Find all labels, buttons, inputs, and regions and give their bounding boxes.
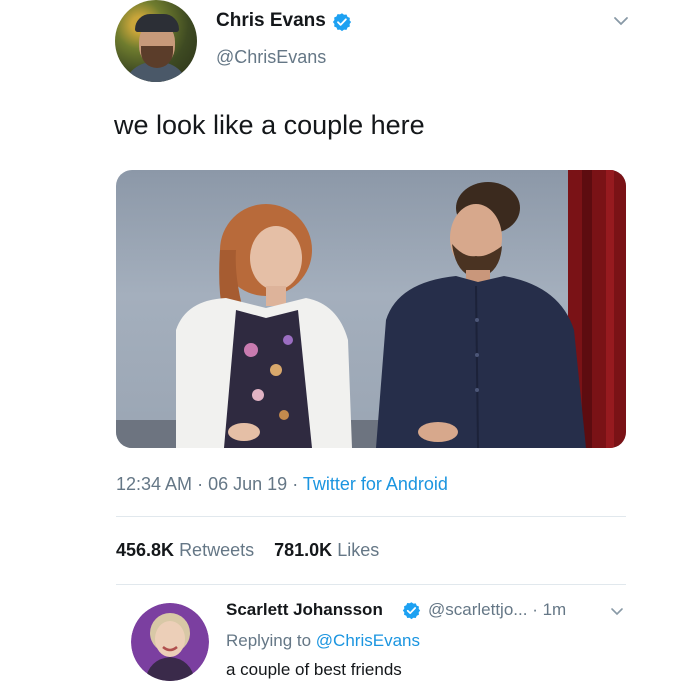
tweet-photo[interactable] (116, 170, 626, 448)
tweet-text: we look like a couple here (114, 110, 425, 140)
author-avatar[interactable] (115, 0, 197, 82)
retweet-count[interactable]: 456.8K (116, 540, 174, 560)
like-label[interactable]: Likes (337, 540, 379, 560)
replying-to-handle[interactable]: @ChrisEvans (316, 631, 420, 650)
reply-avatar-image (131, 603, 209, 681)
photo-scene (116, 170, 626, 448)
verified-icon (332, 13, 352, 32)
verified-icon (402, 602, 421, 620)
tweet-date: 06 Jun 19 (208, 474, 288, 494)
reply-avatar[interactable] (131, 603, 209, 681)
divider (116, 516, 626, 517)
tweet-stats: 456.8K Retweets 781.0K Likes (116, 540, 379, 561)
meta-separator: · (197, 474, 204, 494)
tweet-time: 12:34 AM (116, 474, 193, 494)
chevron-down-icon[interactable] (612, 12, 630, 30)
tweet-meta: 12:34 AM · 06 Jun 19 · Twitter for Andro… (116, 474, 448, 495)
reply-author-handle[interactable]: @scarlettjo... (428, 600, 527, 619)
tweet-source[interactable]: Twitter for Android (303, 474, 448, 494)
chevron-down-icon[interactable] (610, 604, 624, 618)
like-count[interactable]: 781.0K (274, 540, 332, 560)
meta-separator: · (292, 474, 299, 494)
divider (116, 584, 626, 585)
replying-to-prefix: Replying to (226, 631, 312, 650)
author-handle[interactable]: @ChrisEvans (216, 47, 326, 68)
retweet-label[interactable]: Retweets (179, 540, 254, 560)
author-name[interactable]: Chris Evans (216, 10, 326, 32)
reply-text: a couple of best friends (226, 660, 402, 679)
reply-handle-line: @scarlettjo... · 1m (428, 600, 566, 620)
replying-to-line: Replying to @ChrisEvans (226, 631, 420, 651)
reply-author-name[interactable]: Scarlett Johansson (226, 600, 383, 620)
reply-time: · 1m (532, 600, 567, 619)
